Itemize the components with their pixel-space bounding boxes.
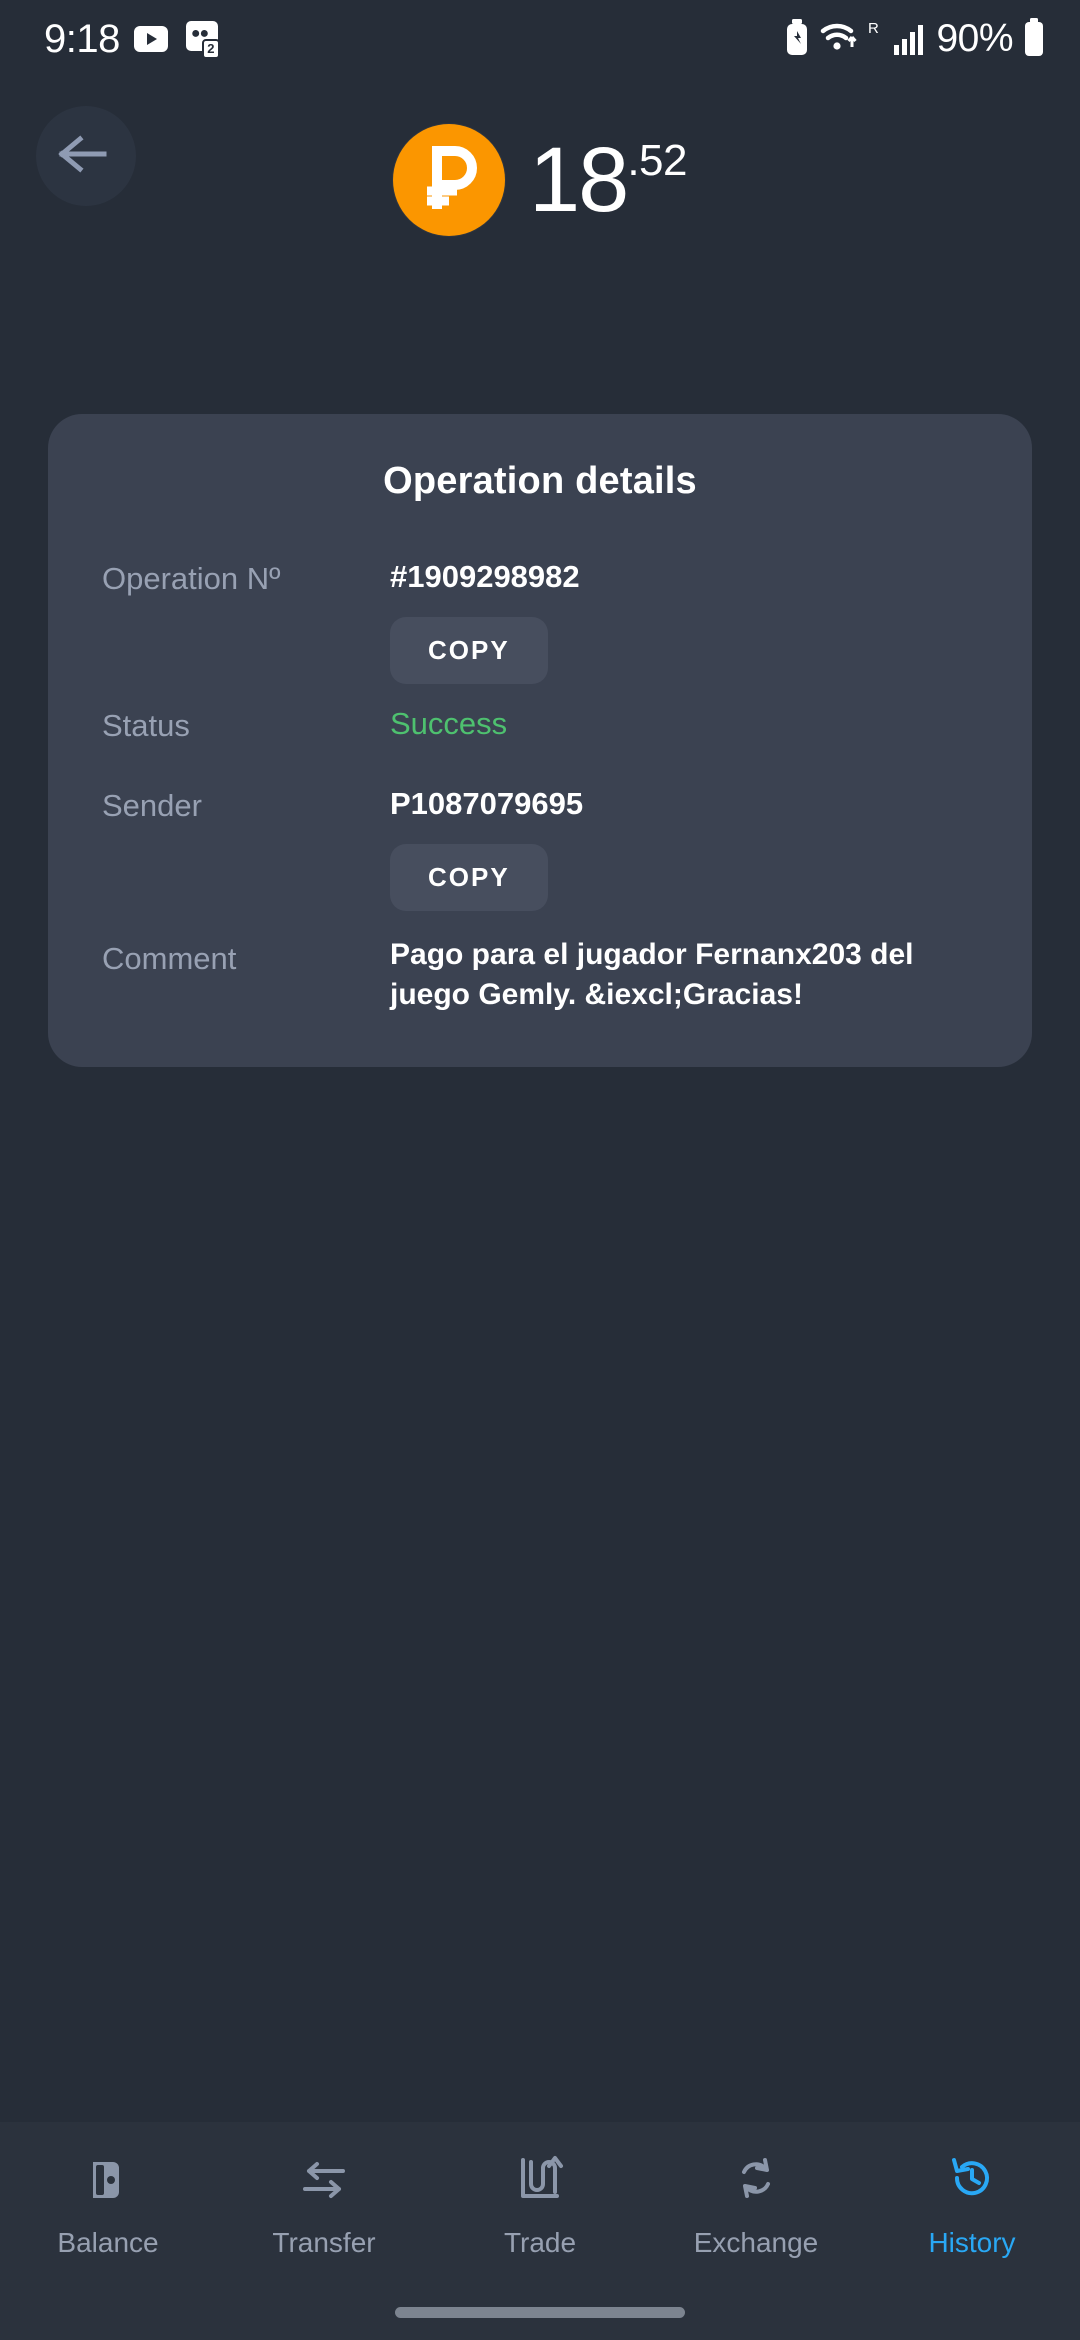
operation-number-value: #1909298982 (390, 559, 580, 594)
nav-label-transfer: Transfer (272, 2227, 376, 2258)
transfer-arrows-icon (297, 2154, 351, 2211)
sender-value-group: P1087079695 COPY (390, 782, 978, 911)
nav-label-history: History (928, 2227, 1016, 2258)
qq-messages-icon: ●● 2 (182, 21, 220, 59)
status-bar-right: R 90% (784, 17, 1046, 61)
battery-saver-icon (784, 18, 810, 60)
arrow-left-icon (58, 133, 114, 180)
balance-amount-decimal: .52 (627, 136, 687, 185)
comment-value: Pago para el jugador Fernanx203 del jueg… (390, 938, 914, 1011)
ruble-coin-icon (392, 124, 505, 236)
copy-operation-number-button[interactable]: COPY (390, 617, 548, 684)
exchange-refresh-icon (729, 2154, 783, 2211)
status-badge: Success (390, 706, 508, 741)
svg-text:R: R (868, 20, 879, 37)
wallet-icon (82, 2154, 134, 2211)
trade-chart-icon (513, 2154, 567, 2211)
battery-percent-label: 90% (936, 17, 1013, 60)
nav-item-trade[interactable]: Trade (432, 2154, 648, 2259)
balance-row: 18 .52 (0, 124, 1080, 236)
status-bar-left: 9:18 ●● 2 (44, 16, 220, 62)
balance-amount: 18 .52 (528, 129, 688, 231)
operation-number-value-group: #1909298982 COPY (390, 555, 978, 684)
nav-item-exchange[interactable]: Exchange (648, 2154, 864, 2259)
comment-label: Comment (102, 941, 237, 976)
card-title: Operation details (383, 460, 697, 502)
history-clock-icon (945, 2154, 999, 2211)
status-value-group: Success (390, 702, 978, 746)
nav-label-trade: Trade (503, 2227, 577, 2258)
nav-item-transfer[interactable]: Transfer (216, 2154, 432, 2259)
status-bar: 9:18 ●● 2 R 90% (0, 0, 1080, 78)
wifi-icon (819, 19, 859, 60)
roaming-icon: R (868, 19, 884, 60)
signal-bars-icon (893, 19, 927, 60)
operation-details-card: Operation details Operation Nº #19092989… (48, 414, 1032, 1067)
bottom-navigation-bar: Balance Transfer Trade Exchange History (0, 2122, 1080, 2340)
nav-label-balance: Balance (57, 2227, 159, 2258)
qq-badge-count: 2 (201, 39, 220, 59)
comment-value-group: Pago para el jugador Fernanx203 del jueg… (390, 935, 978, 1015)
sender-value: P1087079695 (390, 786, 584, 821)
status-bar-clock: 9:18 (44, 16, 120, 61)
home-indicator[interactable] (395, 2307, 685, 2318)
balance-amount-integer: 18 (528, 129, 629, 231)
row-sender: Sender P1087079695 COPY (102, 782, 978, 911)
back-button[interactable] (36, 106, 136, 206)
nav-item-balance[interactable]: Balance (0, 2154, 216, 2259)
status-label: Status (102, 708, 190, 743)
row-status: Status Success (102, 702, 978, 746)
sender-label: Sender (102, 788, 202, 823)
row-operation-number: Operation Nº #1909298982 COPY (102, 555, 978, 684)
nav-label-exchange: Exchange (693, 2227, 819, 2258)
nav-item-history[interactable]: History (864, 2154, 1080, 2259)
battery-icon (1022, 17, 1046, 61)
row-comment: Comment Pago para el jugador Fernanx203 … (102, 935, 978, 1015)
operation-number-label: Operation Nº (102, 561, 281, 596)
youtube-icon (133, 26, 168, 52)
copy-sender-button[interactable]: COPY (390, 844, 548, 911)
